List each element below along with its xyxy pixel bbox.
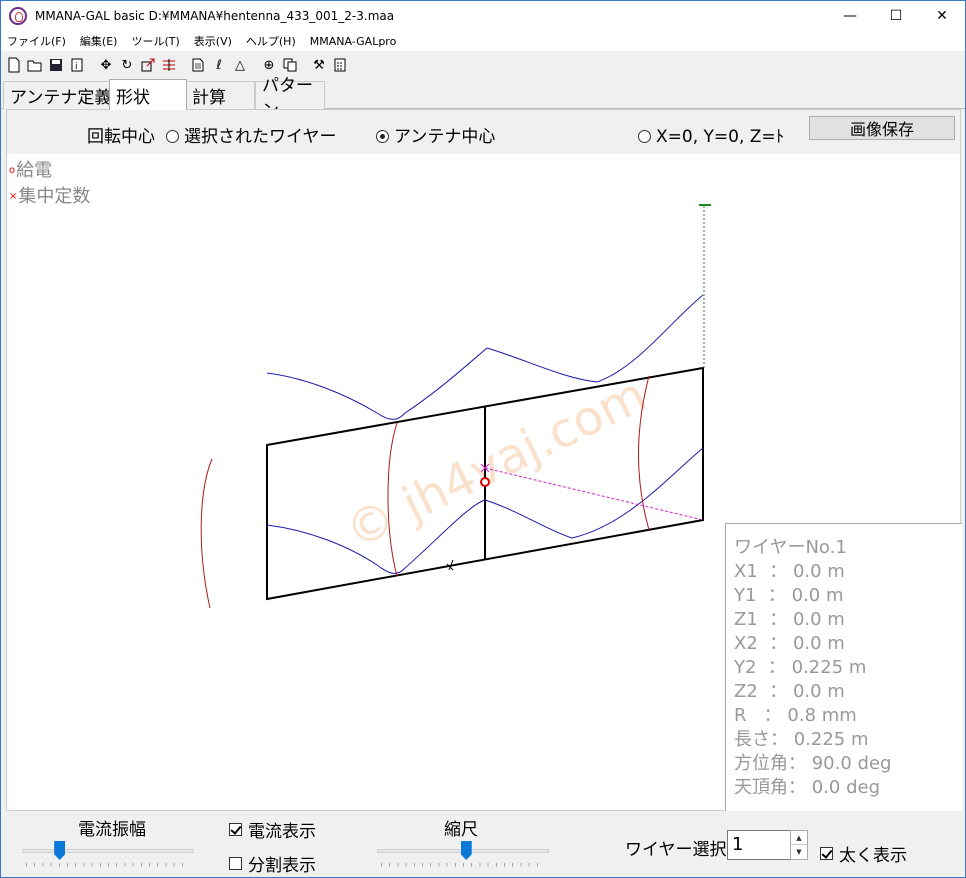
wire-select-spinner[interactable]: ▲ ▼: [790, 830, 808, 860]
wire-select-label: ワイヤー選択: [625, 840, 727, 860]
close-button[interactable]: ✕: [919, 1, 965, 31]
maximize-button[interactable]: ☐: [873, 1, 919, 31]
wire-info-title: ワイヤーNo.1: [734, 537, 847, 558]
menu-edit[interactable]: 編集(E): [74, 33, 124, 49]
spin-up-icon[interactable]: ▲: [791, 831, 807, 845]
svg-text:i: i: [75, 62, 78, 72]
wire-info-x2: X2 ： 0.0 m: [734, 633, 845, 654]
slider-thumb[interactable]: [460, 841, 472, 860]
slider-ticks: [26, 863, 190, 867]
menu-tools[interactable]: ツール(T): [125, 33, 185, 49]
zoom-icon[interactable]: [140, 57, 156, 73]
app-window: MMANA-GAL basic D:¥MMANA¥hentenna_433_00…: [0, 0, 966, 878]
move-icon[interactable]: ✥: [98, 57, 114, 73]
wire-info-z2: Z2 ： 0.0 m: [734, 681, 845, 702]
text-icon[interactable]: ℓ: [211, 57, 227, 73]
menu-help[interactable]: ヘルプ(H): [240, 33, 302, 49]
document-icon[interactable]: [190, 57, 206, 73]
wire-info-radius: R ： 0.8 mm: [734, 705, 857, 726]
tab-calculation[interactable]: 計算: [185, 81, 255, 109]
scale-label: 縮尺: [444, 820, 478, 840]
slider-ticks: [381, 863, 545, 867]
menu-bar: ファイル(F) 編集(E) ツール(T) 表示(V) ヘルプ(H) MMANA-…: [1, 31, 965, 51]
wire-info-zenith: 天頂角： 0.0 deg: [734, 777, 880, 798]
bottom-controls: 電流振幅 電流表示 分割表示 縮尺 ワイヤー選択 1 ▲ ▼ 太く表示: [6, 811, 961, 877]
wire-info-azimuth: 方位角： 90.0 deg: [734, 753, 892, 774]
wire-info-y2: Y2 ： 0.225 m: [734, 657, 867, 678]
tab-pattern[interactable]: パターン: [255, 76, 325, 121]
segment-icon[interactable]: [161, 57, 177, 73]
title-bar[interactable]: MMANA-GAL basic D:¥MMANA¥hentenna_433_00…: [1, 1, 965, 31]
geometry-panel: 回転中心 選択されたワイヤー アンテナ中心 X=0, Y=0, Z=ﾄ 画像保存…: [6, 109, 962, 811]
app-logo-icon: [9, 7, 27, 25]
toolbar: i ✥ ↻ ℓ △ ⊕ ⚒: [1, 53, 965, 77]
show-segments-checkbox[interactable]: 分割表示: [229, 851, 316, 876]
checkbox-box[interactable]: [229, 857, 242, 870]
tab-antenna-definition[interactable]: アンテナ定義: [3, 81, 119, 109]
scale-slider[interactable]: [377, 839, 549, 869]
triangle-icon[interactable]: △: [232, 57, 248, 73]
bold-display-label: 太く表示: [839, 846, 907, 866]
new-file-icon[interactable]: [6, 57, 22, 73]
show-current-checkbox[interactable]: 電流表示: [229, 817, 316, 842]
show-current-label: 電流表示: [248, 822, 316, 842]
rotate-icon[interactable]: ↻: [119, 57, 135, 73]
open-folder-icon[interactable]: [27, 57, 43, 73]
wire-info-length: 長さ： 0.225 m: [734, 729, 869, 750]
axis-lines: [446, 204, 711, 571]
menu-file[interactable]: ファイル(F): [1, 33, 72, 49]
radiation-pattern-arcs: [200, 375, 650, 609]
wire-info-y1: Y1 ： 0.0 m: [734, 585, 844, 606]
info-icon[interactable]: i: [69, 57, 85, 73]
window-title: MMANA-GAL basic D:¥MMANA¥hentenna_433_00…: [35, 9, 395, 23]
spin-down-icon[interactable]: ▼: [791, 845, 807, 859]
minimize-button[interactable]: —: [827, 1, 873, 31]
tab-geometry[interactable]: 形状: [109, 79, 187, 110]
slider-track: [22, 849, 194, 853]
bold-display-checkbox[interactable]: 太く表示: [820, 841, 907, 866]
current-amplitude-slider[interactable]: [22, 839, 194, 869]
wire-info-x1: X1 ： 0.0 m: [734, 561, 845, 582]
wire-select-input[interactable]: 1: [727, 830, 791, 860]
calculator-icon[interactable]: [332, 57, 348, 73]
checkbox-box[interactable]: [229, 823, 242, 836]
menu-pro[interactable]: MMANA-GALpro: [304, 35, 403, 48]
feed-point-marker: [480, 477, 490, 487]
save-icon[interactable]: [48, 57, 64, 73]
menu-view[interactable]: 表示(V): [188, 33, 238, 49]
show-segments-label: 分割表示: [248, 856, 316, 876]
current-amplitude-label: 電流振幅: [78, 820, 146, 840]
checkbox-box[interactable]: [820, 847, 833, 860]
wire-info-box: ワイヤーNo.1 X1 ： 0.0 m Y1 ： 0.0 m Z1 ： 0.0 …: [725, 523, 962, 811]
slider-thumb[interactable]: [54, 841, 66, 860]
wire-info-z1: Z1 ： 0.0 m: [734, 609, 845, 630]
tab-strip: アンテナ定義 形状 計算 パターン: [1, 76, 965, 121]
